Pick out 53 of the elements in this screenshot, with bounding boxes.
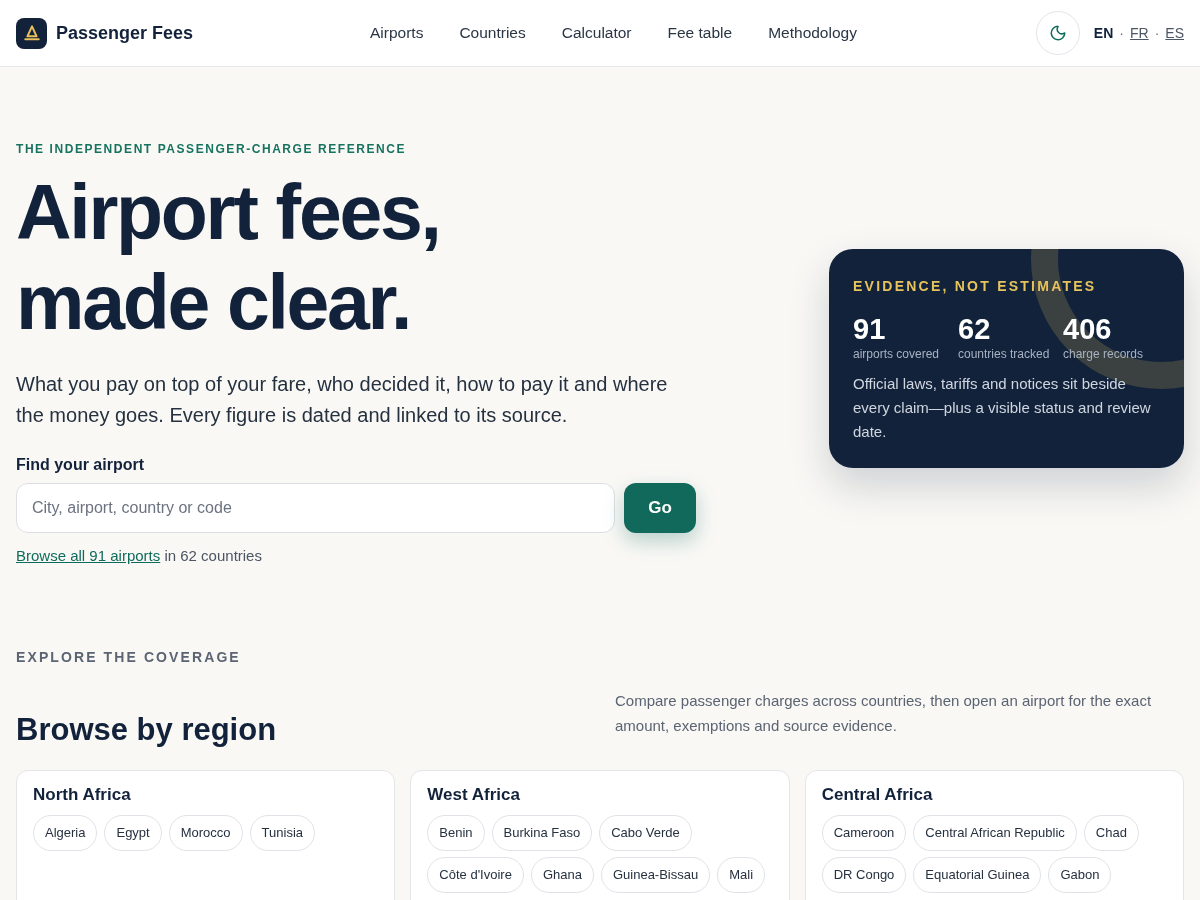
country-chip[interactable]: Chad [1083, 815, 1139, 851]
country-chip[interactable]: Mali [717, 857, 766, 893]
country-chip[interactable]: Gabon [1048, 857, 1112, 893]
hero-headline: Airport fees, made clear. [16, 168, 441, 347]
separator-dot: · [1119, 23, 1124, 43]
separator-dot: · [1154, 23, 1160, 43]
section-description: Compare passenger charges across countries, then open an airport for the exact amount, exemptions and source evidence. [615, 691, 1153, 736]
card-description: Official laws, tariffs and notices sit beside every claim—plus a visible status and review date. [853, 373, 1152, 442]
stat-value: 91 [853, 311, 887, 347]
go-button[interactable]: Go [624, 483, 696, 533]
moon-icon [1048, 24, 1067, 42]
section-title: Browse by region [16, 711, 278, 749]
country-chip[interactable]: Tunisia [249, 815, 315, 851]
search-label: Find your airport [16, 455, 145, 475]
nav-link[interactable]: Calculator [561, 21, 632, 45]
stat-label: countries tracked [958, 346, 1051, 362]
language-link[interactable]: ES [1165, 22, 1184, 44]
region-title: North Africa [33, 784, 132, 806]
stat-value: 406 [1063, 311, 1113, 347]
country-chip[interactable]: Egypt [104, 815, 162, 851]
stat-value: 62 [958, 311, 992, 347]
country-chip[interactable]: Côte d'Ivoire [427, 857, 524, 893]
region-title: Central Africa [821, 784, 934, 806]
region-title: West Africa [427, 784, 521, 806]
stat-label: airports covered [853, 346, 941, 362]
country-chip[interactable]: Cameroon [821, 815, 907, 851]
country-chip[interactable]: DR Congo [821, 857, 907, 893]
country-chip[interactable]: Cabo Verde [599, 815, 692, 851]
nav-link[interactable]: Methodology [768, 21, 857, 45]
stat-label: charge records [1063, 346, 1145, 362]
country-chip[interactable]: Burkina Faso [491, 815, 593, 851]
hero-eyebrow: THE INDEPENDENT PASSENGER-CHARGE REFERENCE [16, 141, 407, 157]
logo-icon [16, 17, 47, 49]
brand-name[interactable]: Passenger Fees [56, 19, 194, 47]
browse-summary: Browse all 91 airports in 62 countries [16, 546, 263, 566]
country-chip[interactable]: Ghana [530, 857, 594, 893]
hero-lead: What you pay on top of your fare, who decided it, how to pay it and where the money goes. Every figure is dated and linked to its source. [16, 372, 669, 428]
country-chip[interactable]: Equatorial Guinea [913, 857, 1042, 893]
country-chip[interactable]: Guinea-Bissau [600, 857, 711, 893]
theme-toggle-button[interactable] [1035, 11, 1080, 55]
language-link[interactable]: EN [1093, 22, 1114, 44]
nav-link[interactable]: Airports [370, 21, 424, 45]
nav-link[interactable]: Countries [459, 21, 526, 45]
country-chip[interactable]: Algeria [33, 815, 98, 851]
browse-airports-link[interactable]: Browse all 91 airports [16, 547, 161, 564]
country-chip[interactable]: Benin [427, 815, 485, 851]
nav-link[interactable]: Fee table [667, 21, 733, 45]
card-eyebrow: EVIDENCE, NOT ESTIMATES [853, 276, 1098, 296]
language-link[interactable]: FR [1129, 22, 1149, 44]
country-chip[interactable]: Central African Republic [913, 815, 1077, 851]
country-chip[interactable]: Morocco [168, 815, 243, 851]
coverage-eyebrow: EXPLORE THE COVERAGE [16, 648, 242, 667]
airport-search-field[interactable]: City, airport, country or code [16, 483, 615, 533]
